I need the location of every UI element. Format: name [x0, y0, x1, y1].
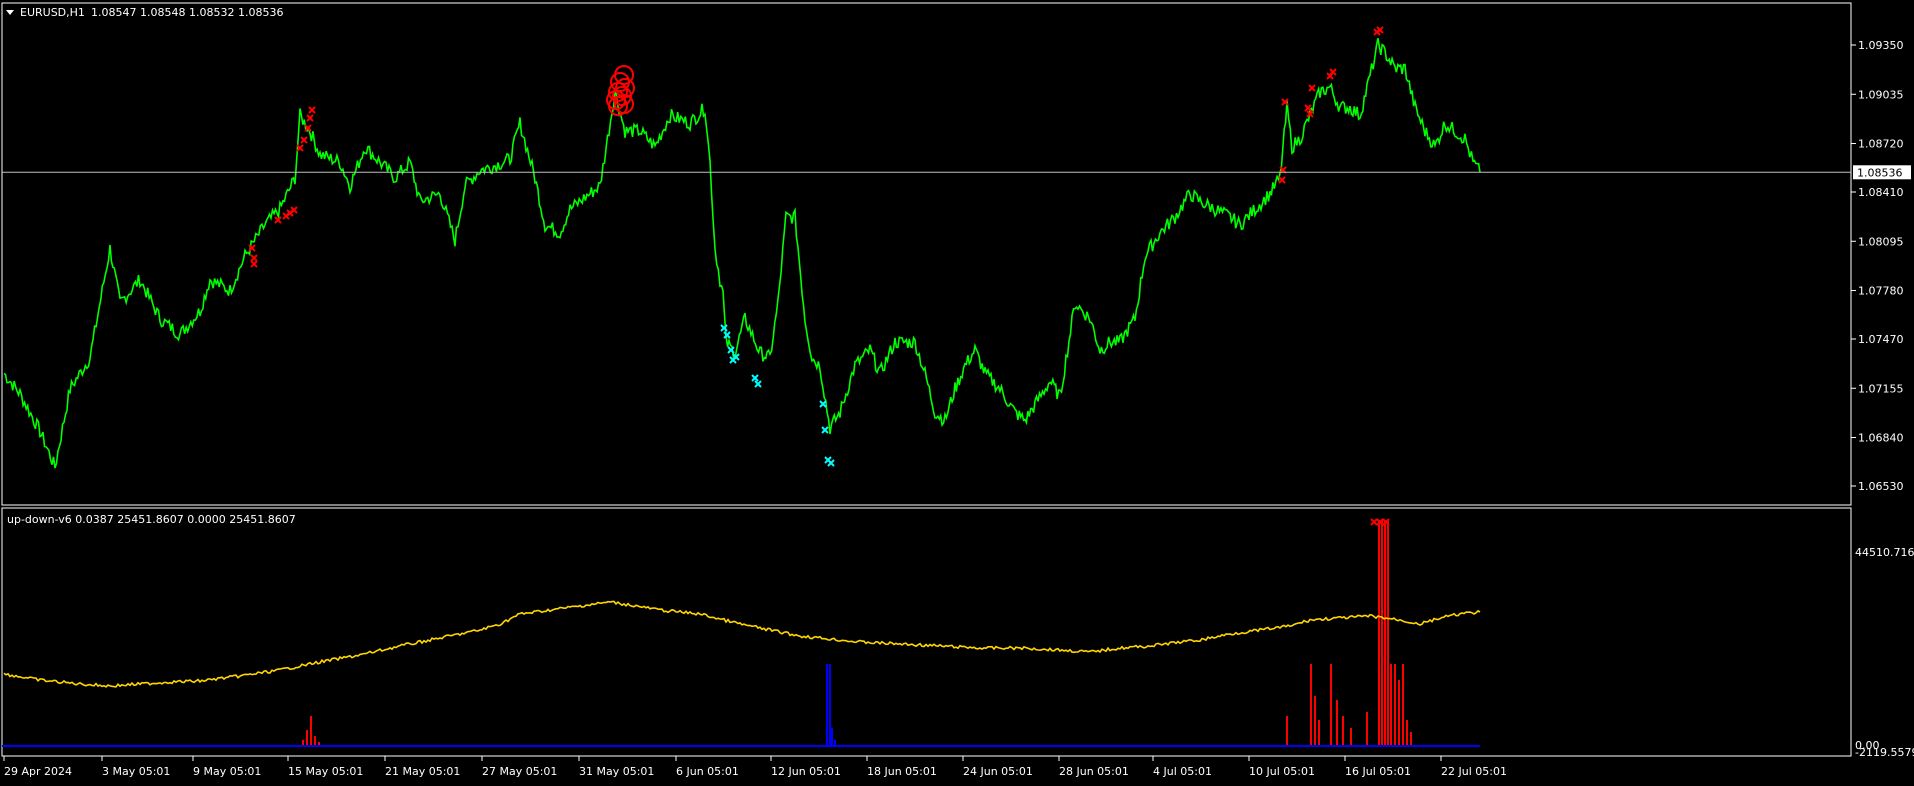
- price-axis: 1.09350 1.09035 1.08720 1.08410 1.08095 1.077…: [1851, 39, 1904, 493]
- histogram-bar: [306, 730, 308, 746]
- histogram-bar: [1394, 664, 1396, 746]
- price-tick-label: 1.07470: [1858, 333, 1904, 346]
- sell-marker-icon: [250, 254, 258, 262]
- histogram-bar: [829, 664, 831, 746]
- histogram-bar: [1366, 712, 1368, 746]
- histogram-bar: [314, 736, 316, 746]
- buy-marker-icon: [751, 374, 759, 382]
- sell-marker-icon: [300, 136, 308, 144]
- time-tick-label: 6 Jun 05:01: [676, 765, 739, 778]
- time-tick-label: 24 Jun 05:01: [963, 765, 1033, 778]
- sell-marker-icon: [308, 106, 316, 114]
- price-tick-label: 1.07155: [1858, 382, 1904, 395]
- time-tick-label: 3 May 05:01: [102, 765, 170, 778]
- histogram-bar: [826, 664, 828, 746]
- time-tick-label: 18 Jun 05:01: [867, 765, 937, 778]
- buy-marker-icon: [723, 331, 731, 339]
- main-panel-frame: [1, 2, 1852, 506]
- histogram-bar: [1398, 680, 1400, 746]
- sell-marker-icon: [1278, 176, 1286, 184]
- time-tick-label: 9 May 05:01: [193, 765, 261, 778]
- time-tick-label: 29 Apr 2024: [4, 765, 72, 778]
- buy-marker-icon: [754, 380, 762, 388]
- sell-marker-icon: [1308, 84, 1316, 92]
- price-line: [3, 38, 1481, 469]
- histogram-bar: [1286, 716, 1288, 746]
- price-tick-label: 1.06840: [1858, 432, 1904, 445]
- time-tick-label: 28 Jun 05:01: [1059, 765, 1129, 778]
- time-axis: 29 Apr 2024 3 May 05:01 9 May 05:01 15 May …: [3, 756, 1507, 778]
- histogram-bar: [1378, 520, 1380, 746]
- time-tick-label: 10 Jul 05:01: [1249, 765, 1315, 778]
- signal-markers: [248, 26, 1390, 526]
- histogram-bar: [310, 716, 312, 746]
- histogram-bar: [831, 728, 833, 746]
- histogram-bar: [1336, 700, 1338, 746]
- sell-marker-icon: [250, 260, 258, 268]
- time-tick-label: 16 Jul 05:01: [1345, 765, 1411, 778]
- buy-marker-icon: [821, 426, 829, 434]
- histogram-bar: [1387, 520, 1389, 746]
- indicator-scale-top: 44510.716: [1855, 546, 1914, 559]
- chart-canvas[interactable]: 1.09350 1.09035 1.08720 1.08410 1.08095 1.077…: [0, 0, 1914, 783]
- sell-marker-icon: [1304, 104, 1312, 112]
- histogram-bar: [1342, 716, 1344, 746]
- time-tick-label: 21 May 05:01: [385, 765, 460, 778]
- chart-window[interactable]: 1.09350 1.09035 1.08720 1.08410 1.08095 1.077…: [0, 0, 1914, 783]
- histogram-bar: [1390, 664, 1392, 746]
- indicator-title: up-down-v6 0.0387 25451.8607 0.0000 2545…: [7, 513, 296, 526]
- price-tick-label: 1.09350: [1858, 39, 1904, 52]
- time-tick-label: 12 Jun 05:01: [771, 765, 841, 778]
- time-tick-label: 27 May 05:01: [482, 765, 557, 778]
- price-tick-label: 1.08410: [1858, 186, 1904, 199]
- indicator-line: [3, 600, 1481, 688]
- histogram-bar: [1314, 696, 1316, 746]
- sell-marker-icon: [274, 216, 282, 224]
- indicator-panel-frame: [1, 507, 1852, 757]
- histogram-bar: [1406, 720, 1408, 746]
- buy-marker-icon: [819, 400, 827, 408]
- price-tick-label: 1.09035: [1858, 88, 1904, 101]
- histogram-bar: [1310, 664, 1312, 746]
- histogram-bar: [1318, 720, 1320, 746]
- collapse-triangle-icon[interactable]: [6, 10, 14, 15]
- histogram-bar: [1384, 520, 1386, 746]
- time-tick-label: 15 May 05:01: [288, 765, 363, 778]
- price-tick-label: 1.08720: [1858, 138, 1904, 151]
- indicator-scale-bottom: -2119.5579: [1855, 746, 1914, 759]
- histogram-bar: [1410, 732, 1412, 746]
- histogram-bar: [1330, 664, 1332, 746]
- current-price-label: 1.08536: [1857, 166, 1903, 179]
- histogram-bar: [1381, 520, 1383, 746]
- ohlc-label: 1.08547 1.08548 1.08532 1.08536: [91, 6, 283, 19]
- sell-marker-icon: [306, 114, 314, 122]
- histogram-bar: [1402, 664, 1404, 746]
- histogram-bar: [1350, 728, 1352, 746]
- time-tick-label: 31 May 05:01: [579, 765, 654, 778]
- buy-marker-icon: [827, 459, 835, 467]
- time-tick-label: 22 Jul 05:01: [1441, 765, 1507, 778]
- price-tick-label: 1.07780: [1858, 285, 1904, 298]
- price-tick-label: 1.06530: [1858, 480, 1904, 493]
- price-tick-label: 1.08095: [1858, 235, 1904, 248]
- time-tick-label: 4 Jul 05:01: [1153, 765, 1212, 778]
- histogram-peak-marker-icon: [1370, 518, 1378, 526]
- symbol-label: EURUSD,H1: [20, 6, 85, 19]
